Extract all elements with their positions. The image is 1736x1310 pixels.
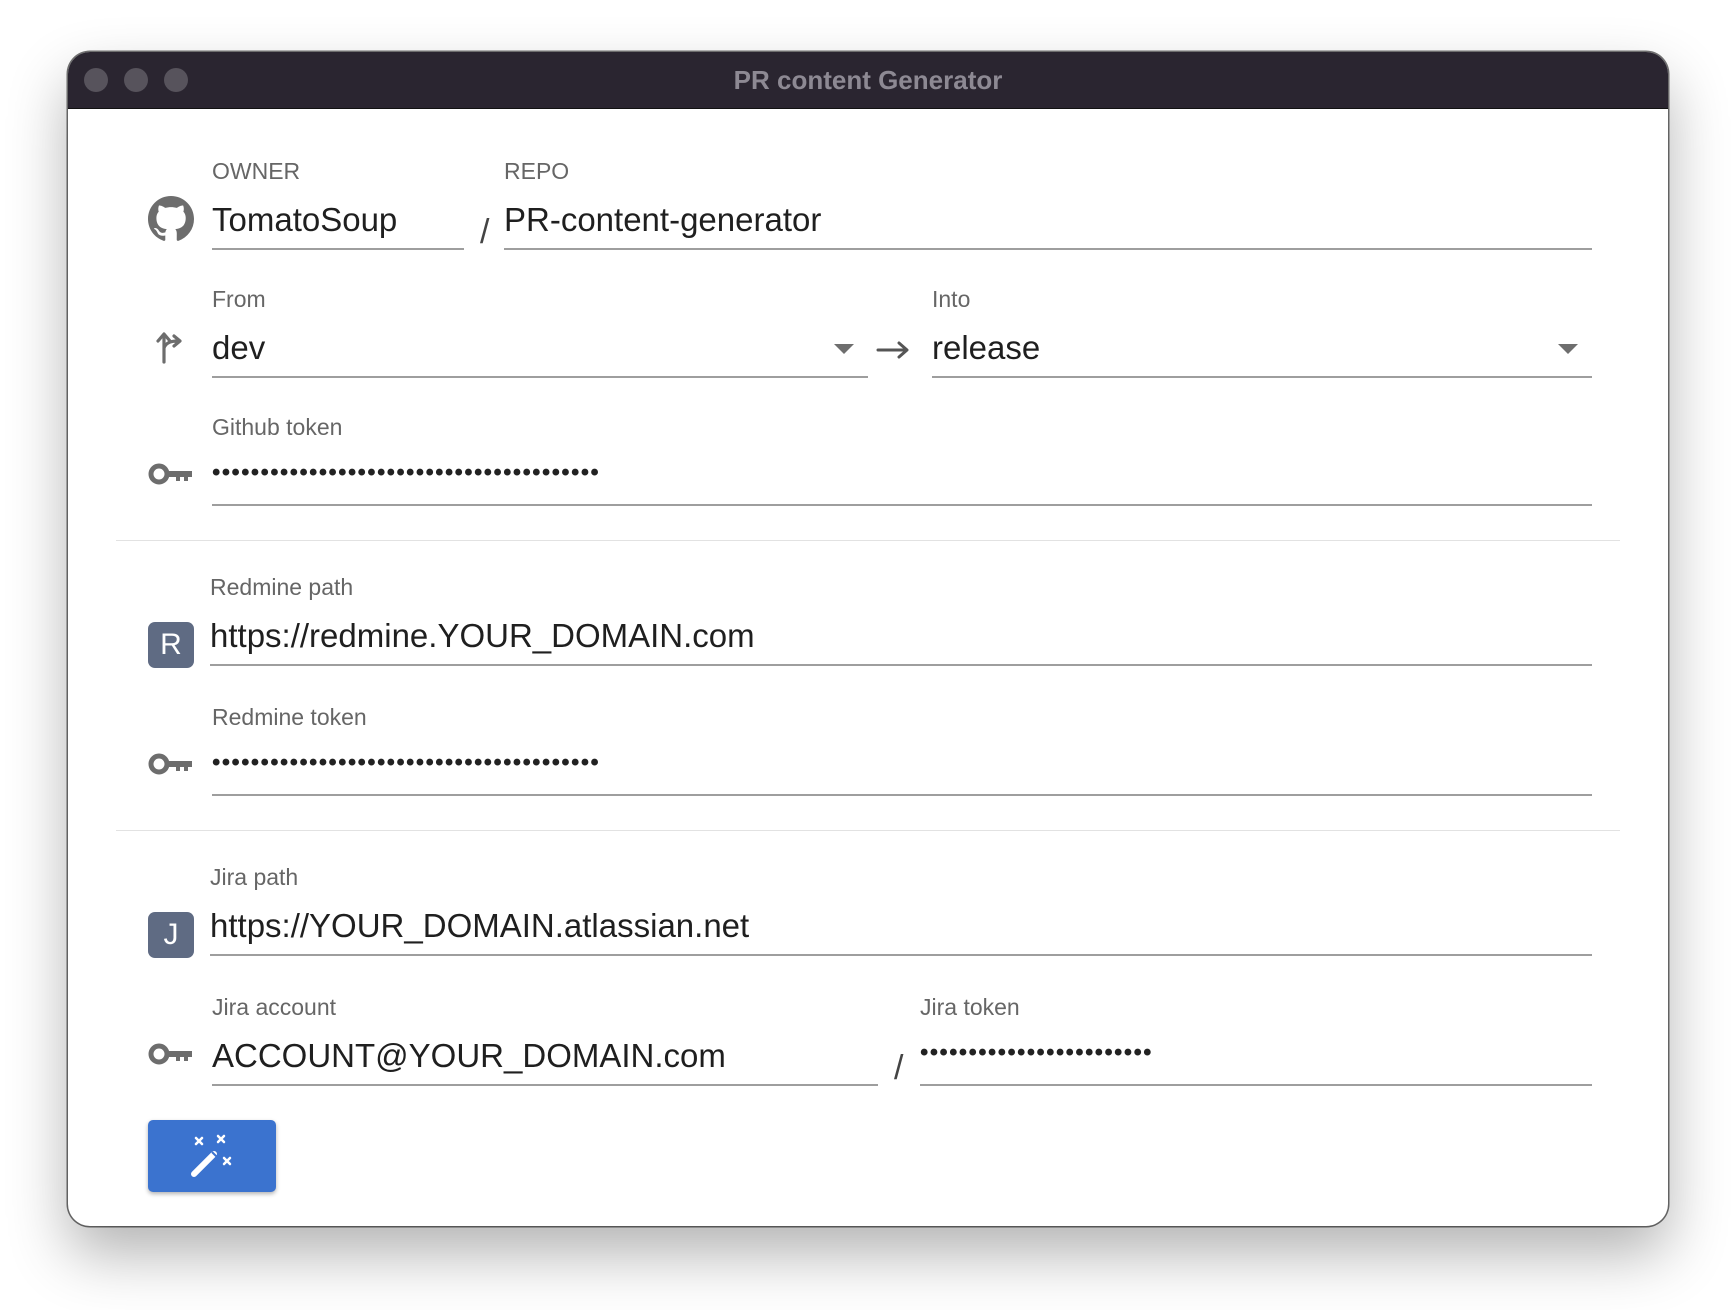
jira-path-input[interactable]: https://YOUR_DOMAIN.atlassian.net: [210, 906, 1592, 956]
owner-value: TomatoSoup: [212, 201, 398, 238]
redmine-token-masked: ••••••••••••••••••••••••••••••••••••••••: [212, 749, 601, 776]
jira-account-input[interactable]: ACCOUNT@YOUR_DOMAIN.com: [212, 1036, 878, 1086]
from-branch-select[interactable]: dev: [212, 328, 868, 378]
key-icon: [148, 753, 192, 775]
jira-path-label: Jira path: [210, 864, 299, 890]
arrow-right-icon: [876, 341, 909, 359]
jira-avatar: J: [148, 912, 194, 958]
section-divider: [116, 540, 1620, 541]
owner-repo-separator: /: [480, 213, 490, 251]
into-branch-select[interactable]: release: [932, 328, 1592, 378]
into-branch-value: release: [932, 329, 1041, 366]
github-icon: [148, 196, 194, 241]
github-token-input[interactable]: ••••••••••••••••••••••••••••••••••••••••: [212, 456, 1592, 506]
jira-token-masked: ••••••••••••••••••••••••: [920, 1039, 1153, 1066]
section-divider: [116, 830, 1620, 831]
redmine-path-label: Redmine path: [210, 574, 354, 600]
jira-account-label: Jira account: [212, 994, 337, 1020]
redmine-path-input[interactable]: https://redmine.YOUR_DOMAIN.com: [210, 616, 1592, 666]
account-token-separator: /: [894, 1049, 904, 1087]
app-window: PR content Generator OWNER TomatoSoup / …: [68, 52, 1668, 1226]
redmine-path-value: https://redmine.YOUR_DOMAIN.com: [210, 617, 755, 654]
magic-wand-icon: [191, 1134, 232, 1177]
jira-account-value: ACCOUNT@YOUR_DOMAIN.com: [212, 1037, 726, 1074]
branch-merge-icon: [156, 332, 182, 364]
repo-field[interactable]: PR-content-generator: [504, 200, 1592, 250]
jira-token-label: Jira token: [920, 994, 1020, 1020]
chevron-down-icon: [834, 344, 854, 354]
github-token-masked: ••••••••••••••••••••••••••••••••••••••••: [212, 459, 601, 486]
redmine-token-input[interactable]: ••••••••••••••••••••••••••••••••••••••••: [212, 746, 1592, 796]
title-bar: PR content Generator: [68, 52, 1668, 109]
from-label: From: [212, 286, 266, 312]
repo-value: PR-content-generator: [504, 201, 822, 238]
owner-field[interactable]: TomatoSoup: [212, 200, 464, 250]
jira-token-input[interactable]: ••••••••••••••••••••••••: [920, 1036, 1592, 1086]
owner-label: OWNER: [212, 158, 301, 184]
key-icon: [148, 463, 192, 485]
redmine-avatar: R: [148, 622, 194, 668]
jira-path-value: https://YOUR_DOMAIN.atlassian.net: [210, 907, 750, 944]
redmine-token-label: Redmine token: [212, 704, 367, 730]
chevron-down-icon: [1558, 344, 1578, 354]
window-title: PR content Generator: [733, 65, 1003, 95]
github-token-label: Github token: [212, 414, 343, 440]
into-label: Into: [932, 286, 971, 312]
from-branch-value: dev: [212, 329, 266, 366]
generate-button[interactable]: [148, 1120, 276, 1192]
repo-label: REPO: [504, 158, 570, 184]
key-icon: [148, 1043, 192, 1065]
